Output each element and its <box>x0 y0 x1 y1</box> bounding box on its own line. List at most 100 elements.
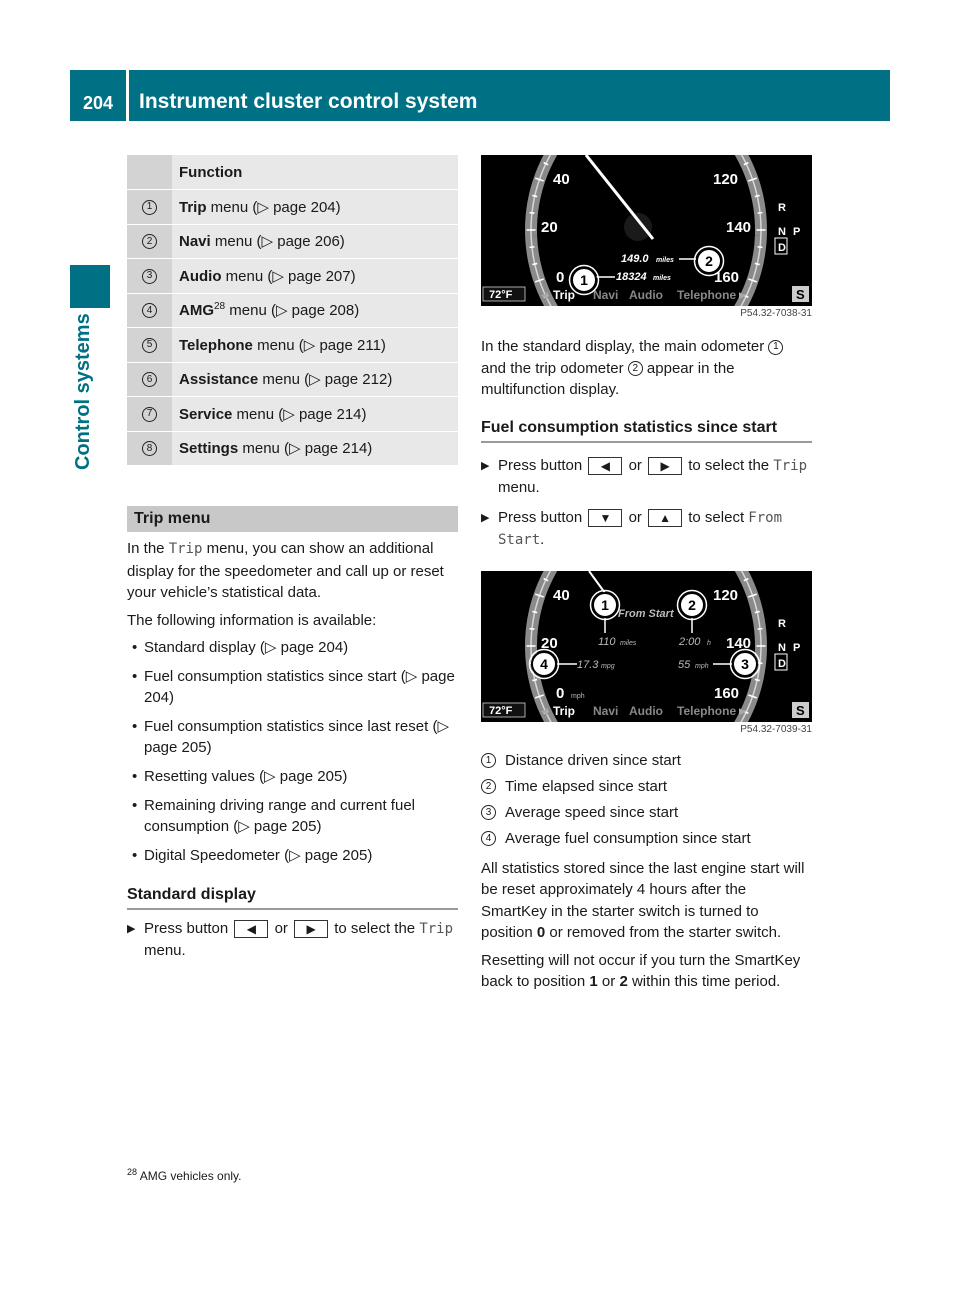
temperature-readout: 72°F <box>489 705 513 717</box>
left-button-key: ◀ <box>588 456 623 475</box>
gauge-tick <box>529 211 535 214</box>
callout-2-icon: 2 <box>627 361 643 377</box>
gauge-tick <box>754 262 760 266</box>
text: Press button <box>144 920 229 937</box>
reset-note-2: Resetting will not occur if you turn the… <box>481 950 812 993</box>
table-row: 4 AMG28 menu (▷ page 208) <box>127 293 458 328</box>
row-function-cell: Navi menu (▷ page 206) <box>172 224 458 259</box>
trip-intro: In the Trip menu, you can show an additi… <box>127 538 458 604</box>
callout-1-icon: 1 <box>768 339 784 355</box>
callout-number: 3 <box>741 656 749 672</box>
page-reference: menu (▷ page 214) <box>232 405 367 423</box>
time-unit: h <box>707 640 711 647</box>
table-header-row: Function <box>127 155 458 190</box>
step-arrow-icon: ▶ <box>481 511 490 524</box>
s-badge: S <box>796 287 805 302</box>
text: Press button <box>498 456 583 474</box>
legend-item: 4 Average fuel consumption since start <box>481 826 812 852</box>
down-button-key: ▼ <box>588 508 623 527</box>
display-term: Trip <box>168 541 203 557</box>
temperature-readout: 72°F <box>489 289 513 301</box>
gear-indicator: R <box>778 202 786 214</box>
right-column: 40 20 0 120 140 160 R N D P 72°F ◀ Trip Navi Audio Tele… <box>481 155 812 993</box>
trip-odometer-unit: miles <box>656 257 674 264</box>
page-reference: menu (▷ page 204) <box>206 198 341 216</box>
text: and the trip odometer <box>481 359 628 377</box>
gear-indicator: N <box>778 642 786 654</box>
legend-text: Distance driven since start <box>505 751 681 769</box>
gauge-tick <box>529 627 535 630</box>
from-start-heading: From Start <box>618 608 675 620</box>
page-reference: menu (▷ page 214) <box>238 440 373 458</box>
row-function-cell: Assistance menu (▷ page 212) <box>172 362 458 397</box>
list-item: Digital Speedometer (▷ page 205) <box>127 845 458 866</box>
callout-number-icon: 1 <box>142 199 157 215</box>
cluster-menu-item: Audio <box>629 288 663 302</box>
tick-label: 160 <box>714 269 739 286</box>
section-tab-label: Control systems <box>72 313 94 470</box>
menu-name: Telephone <box>179 336 253 354</box>
trip-info-list: Standard display (▷ page 204) Fuel consum… <box>127 637 458 866</box>
text: menu. <box>144 942 186 959</box>
gauge-tick <box>532 610 538 613</box>
gear-indicator: D <box>778 658 786 670</box>
page-number: 204 <box>70 70 126 121</box>
list-item: Fuel consumption statistics since last r… <box>127 716 458 758</box>
callout-number-icon: 4 <box>142 303 157 319</box>
callout-number-icon: 2 <box>142 234 157 250</box>
page-reference: menu (▷ page 211) <box>252 336 386 354</box>
table-row: 1 Trip menu (▷ page 204) <box>127 189 458 225</box>
display-term: Trip <box>419 921 454 937</box>
menu-right-arrow-icon: ▶ <box>739 290 746 300</box>
average-speed-value: 55 <box>678 659 691 671</box>
menu-name: Trip <box>179 198 207 216</box>
available-label: The following information is available: <box>127 611 377 629</box>
menu-name: AMG <box>179 302 214 320</box>
instruction-step: ▶ Press button ◀ or ▶ to select the Trip… <box>481 455 812 499</box>
gauge-tick <box>529 246 535 249</box>
page-header: 204 Instrument cluster control system <box>70 70 890 121</box>
text: In the standard display, the main odomet… <box>481 338 769 355</box>
text: . <box>540 530 545 548</box>
menu-name: Assistance <box>179 371 259 389</box>
page-reference: menu (▷ page 207) <box>221 267 356 285</box>
tick-label: 40 <box>553 171 570 188</box>
menu-left-arrow-icon: ◀ <box>541 290 548 300</box>
gear-indicator: P <box>793 642 800 654</box>
cluster-menu-item: Navi <box>593 704 618 718</box>
callout-number: 2 <box>705 253 713 269</box>
text: In the <box>127 540 169 557</box>
main-odometer-unit: miles <box>653 275 671 282</box>
table-row: 8 Settings menu (▷ page 214) <box>127 431 458 466</box>
trip-odometer-value: 149.0 <box>621 253 649 265</box>
instruction-step: ▶ Press button ▼ or ▲ to select From Sta… <box>481 507 812 551</box>
s-badge: S <box>796 703 805 718</box>
text: Press button <box>498 508 583 526</box>
text: menu. <box>498 478 540 496</box>
step-arrow-icon: ▶ <box>127 923 136 935</box>
row-number-cell: 6 <box>127 362 172 397</box>
display-term: Trip <box>773 457 808 474</box>
row-number-cell: 4 <box>127 293 172 328</box>
legend-item: 3 Average speed since start <box>481 800 812 826</box>
menu-name: Audio <box>179 267 222 285</box>
footnote-text: AMG vehicles only. <box>137 1169 242 1183</box>
time-value: 2:00 <box>678 636 701 648</box>
gear-indicator: P <box>793 226 800 238</box>
table-header-num <box>127 155 172 190</box>
row-number-cell: 3 <box>127 258 172 294</box>
reset-note-1: All statistics stored since the last eng… <box>481 858 812 944</box>
legend-text: Average fuel consumption since start <box>505 829 751 847</box>
text: to select the <box>688 456 770 474</box>
instrument-cluster-standard-figure: 40 20 0 120 140 160 R N D P 72°F ◀ Trip Navi Audio Tele… <box>481 155 812 306</box>
callout-number-icon: 4 <box>481 831 496 846</box>
tick-label: 40 <box>553 587 570 604</box>
standard-display-description: In the standard display, the main odomet… <box>481 336 812 401</box>
table-row: 3 Audio menu (▷ page 207) <box>127 258 458 294</box>
instruction-step: ▶ Press button ◀ or ▶ to select the Trip… <box>127 918 458 962</box>
text: to select the <box>334 920 416 937</box>
gauge-tick <box>757 627 763 630</box>
gauge-tick <box>754 194 760 198</box>
position-value: 2 <box>619 973 628 990</box>
text: or <box>597 973 620 990</box>
